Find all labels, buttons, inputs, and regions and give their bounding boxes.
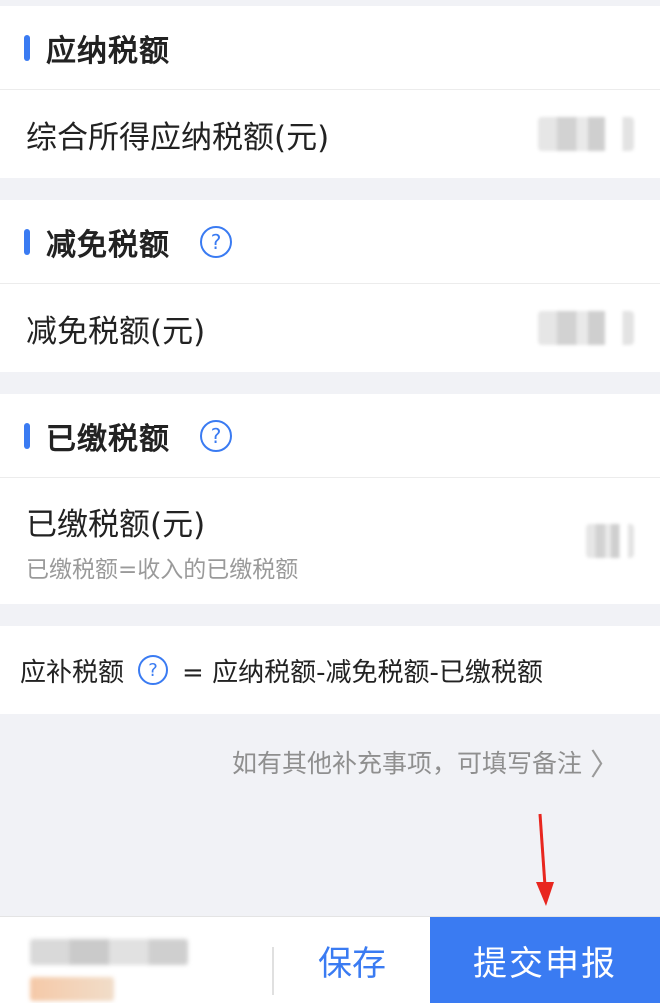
blurred-info	[30, 939, 188, 965]
paid-tax-text: 已缴税额(元) 已缴税额=收入的已缴税额	[26, 499, 298, 584]
help-icon[interactable]: ?	[138, 655, 169, 685]
payable-tax-row[interactable]: 综合所得应纳税额(元)	[0, 90, 660, 178]
help-icon[interactable]: ?	[200, 419, 232, 452]
formula-label: 应补税额	[20, 657, 125, 688]
bottom-action-bar: 保存 提交申报	[0, 916, 660, 1003]
red-arrow-icon	[536, 813, 554, 906]
submit-label: 提交申报	[473, 944, 617, 983]
submit-declaration-button[interactable]: 提交申报	[430, 917, 660, 1003]
section-title: 减免税额	[46, 227, 170, 263]
section-gap	[0, 178, 660, 200]
accent-bar	[24, 422, 30, 449]
accent-bar	[24, 228, 30, 255]
section-gap	[0, 372, 660, 394]
row-label: 综合所得应纳税额(元)	[26, 119, 330, 156]
section-gap	[0, 604, 660, 626]
formula-expression: = 应纳税额-减免税额-已缴税额	[182, 657, 543, 688]
relief-tax-header: 减免税额 ?	[0, 200, 660, 284]
paid-tax-row[interactable]: 已缴税额(元) 已缴税额=收入的已缴税额	[0, 478, 660, 604]
row-label: 减免税额(元)	[26, 313, 206, 350]
section-title: 已缴税额	[46, 421, 170, 457]
relief-tax-card: 减免税额 ? 减免税额(元)	[0, 200, 660, 372]
payable-tax-header: 应纳税额	[0, 6, 660, 90]
blurred-value	[538, 311, 634, 345]
bottom-info-blurred	[0, 917, 272, 1003]
relief-tax-row[interactable]: 减免税额(元)	[0, 284, 660, 372]
save-button[interactable]: 保存	[274, 917, 430, 1003]
tax-due-formula-row: 应补税额 ? = 应纳税额-减免税额-已缴税额	[0, 626, 660, 714]
payable-tax-card: 应纳税额 综合所得应纳税额(元)	[0, 6, 660, 178]
paid-tax-card: 已缴税额 ? 已缴税额(元) 已缴税额=收入的已缴税额	[0, 394, 660, 604]
blurred-value	[538, 117, 634, 151]
section-title: 应纳税额	[46, 33, 170, 69]
blurred-info	[30, 977, 114, 1001]
accent-bar	[24, 34, 30, 61]
blurred-value	[586, 524, 634, 558]
row-hint: 已缴税额=收入的已缴税额	[26, 556, 299, 583]
remark-link[interactable]: 如有其他补充事项，可填写备注 〉	[0, 714, 660, 810]
chevron-right-icon: 〉	[590, 748, 620, 783]
paid-tax-header: 已缴税额 ?	[0, 394, 660, 478]
help-icon[interactable]: ?	[200, 225, 232, 258]
remark-text: 如有其他补充事项，可填写备注	[231, 749, 582, 778]
row-label: 已缴税额(元)	[26, 506, 206, 543]
